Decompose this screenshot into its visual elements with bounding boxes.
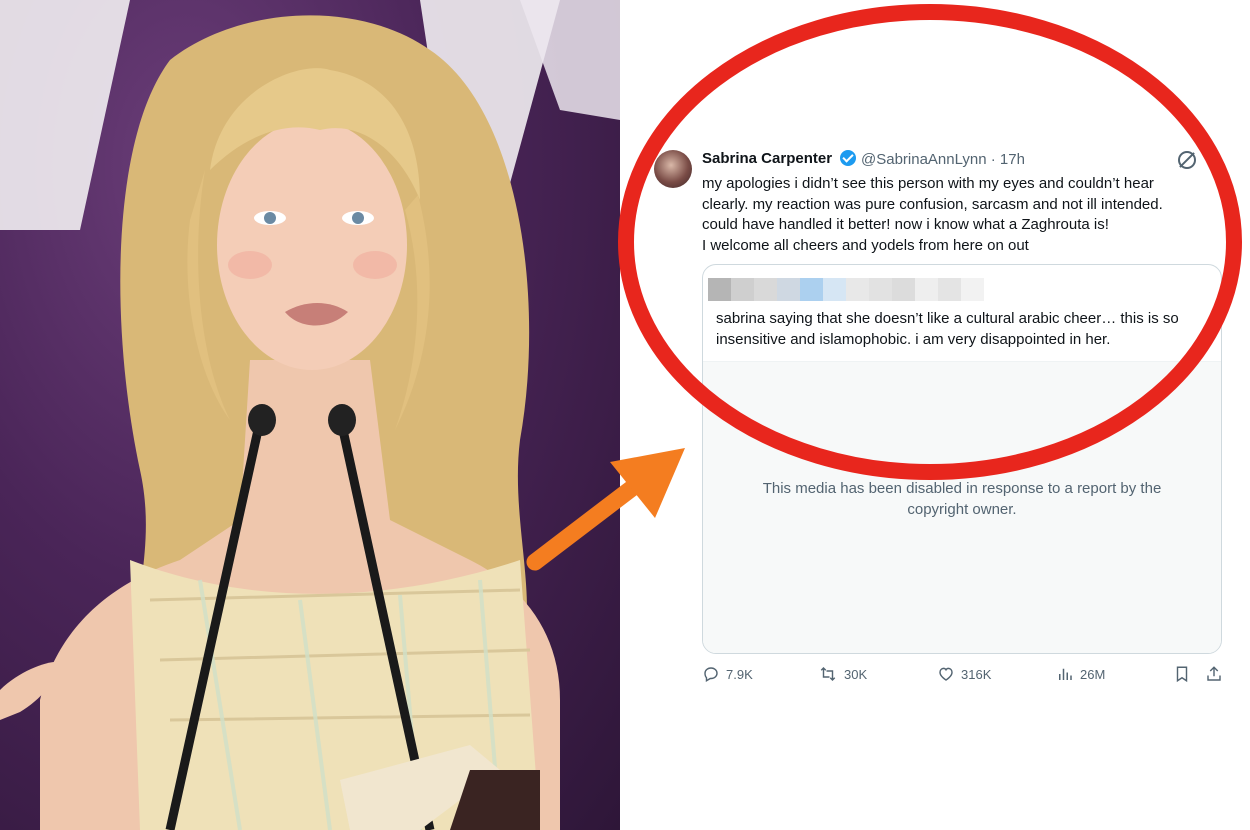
view-count: 26M [1080, 666, 1106, 682]
tweet-body: my apologies i didn’t see this person wi… [702, 174, 1197, 256]
tweet-card: Sabrina Carpenter @SabrinaAnnLynn · 17h … [620, 0, 1250, 830]
reply-icon [704, 667, 718, 683]
tweet-actions: 7.9K 30K 316K 26M [702, 665, 1242, 687]
quoted-text-line: insensitive and islamophobic. i am very … [716, 331, 1111, 348]
event-photo [0, 0, 620, 830]
media-notice-line: This media has been disabled in response… [762, 480, 1162, 497]
like-count: 316K [961, 666, 992, 682]
photo-illustration [0, 0, 620, 830]
tweet-body-line: I welcome all cheers and yodels from her… [702, 236, 1029, 254]
grok-icon[interactable] [1178, 151, 1196, 169]
like-button[interactable]: 316K [937, 665, 991, 683]
bookmark-icon [1176, 666, 1188, 683]
like-icon [939, 667, 953, 681]
media-disabled-notice: This media has been disabled in response… [733, 478, 1191, 520]
views-button[interactable]: 26M [1056, 665, 1105, 683]
share-icon [1207, 666, 1221, 681]
repost-button[interactable]: 30K [818, 665, 867, 683]
bookmark-button[interactable] [1173, 665, 1191, 683]
author-name[interactable]: Sabrina Carpenter [702, 150, 832, 167]
disabled-media: This media has been disabled in response… [703, 361, 1221, 653]
views-icon [1059, 668, 1072, 680]
repost-icon [820, 666, 836, 682]
tweet-body-line: my apologies i didn’t see this person wi… [702, 175, 1154, 192]
tweet-body-line: could have handled it better! now i know… [702, 216, 1109, 233]
tweet-body-line: clearly. my reaction was pure confusion,… [702, 195, 1163, 213]
author-handle-timestamp[interactable]: @SabrinaAnnLynn · 17h [861, 151, 1025, 168]
verified-badge-icon [840, 150, 856, 166]
reply-button[interactable]: 7.9K [702, 665, 753, 683]
author-avatar[interactable] [654, 150, 692, 188]
quoted-tweet[interactable]: sabrina saying that she doesn’t like a c… [702, 264, 1222, 654]
repost-count: 30K [844, 666, 868, 682]
media-notice-line: copyright owner. [907, 501, 1017, 518]
reply-count: 7.9K [726, 666, 753, 682]
redacted-username [708, 278, 984, 301]
share-button[interactable] [1205, 665, 1223, 683]
quoted-tweet-text: sabrina saying that she doesn’t like a c… [716, 308, 1206, 350]
quoted-text-line: sabrina saying that she doesn’t like a c… [716, 310, 1179, 327]
